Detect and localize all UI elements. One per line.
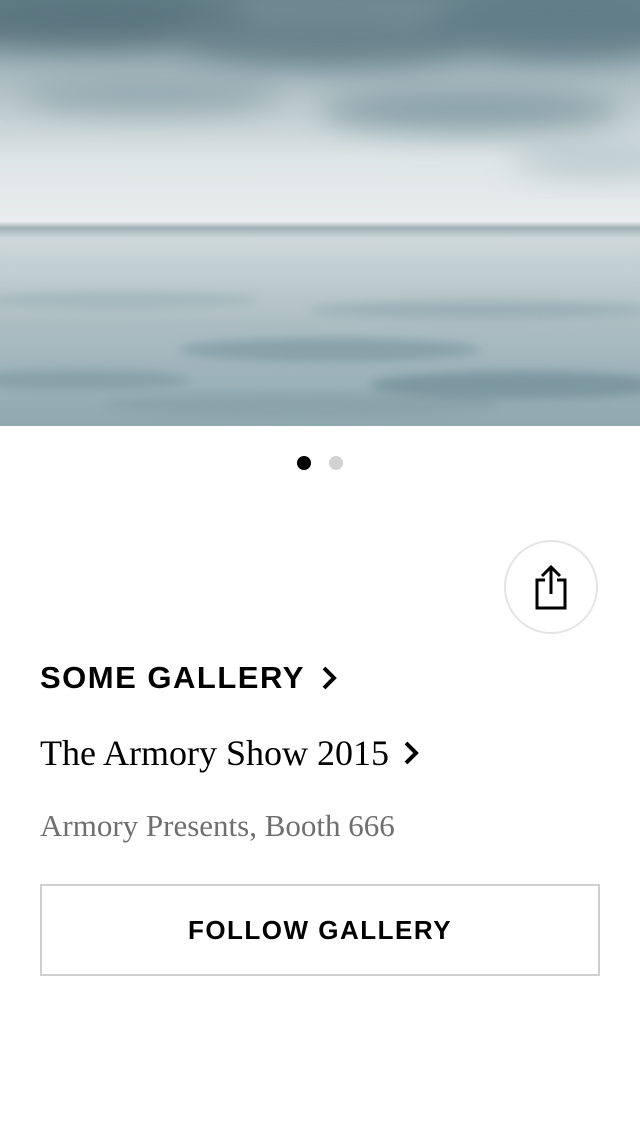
gallery-name: SOME GALLERY xyxy=(40,660,305,695)
gallery-link[interactable]: SOME GALLERY xyxy=(40,656,337,700)
share-button[interactable] xyxy=(504,540,598,634)
chevron-right-icon xyxy=(403,740,419,766)
follow-gallery-label: FOLLOW GALLERY xyxy=(187,914,453,945)
pager-dot-active[interactable] xyxy=(297,456,311,470)
artwork-image[interactable] xyxy=(0,0,640,426)
chevron-right-icon xyxy=(321,665,337,691)
image-pager[interactable] xyxy=(0,456,640,470)
seascape-artwork-image xyxy=(0,0,640,426)
share-icon xyxy=(535,564,567,610)
fair-link[interactable]: The Armory Show 2015 xyxy=(40,728,419,778)
pager-dot[interactable] xyxy=(329,456,343,470)
fair-name: The Armory Show 2015 xyxy=(40,733,389,773)
booth-location: Armory Presents, Booth 666 xyxy=(40,808,395,843)
follow-gallery-button[interactable]: FOLLOW GALLERY xyxy=(40,884,600,976)
